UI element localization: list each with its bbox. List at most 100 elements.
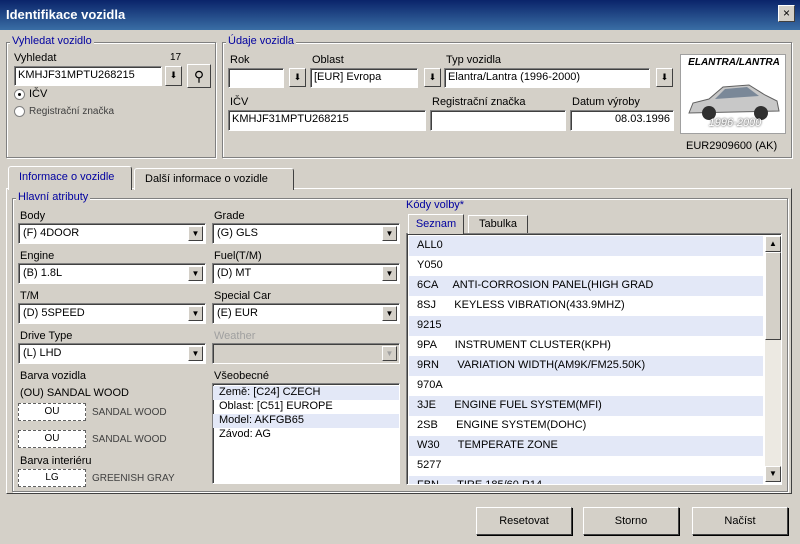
vehicle-image: ELANTRA/LANTRA 1996-2000 — [680, 54, 786, 134]
date-field[interactable]: 08.03.1996 — [570, 110, 674, 131]
year-dropdown-button[interactable]: ⬇ — [289, 68, 306, 87]
load-button[interactable]: Načíst — [692, 507, 788, 535]
region-dropdown-button[interactable]: ⬇ — [424, 68, 441, 87]
option-row[interactable]: 9RN VARIATION WIDTH(AM9K/FM25.50K) — [409, 356, 763, 376]
tm-value: (D) 5SPEED — [23, 307, 85, 319]
option-row[interactable]: 2SB ENGINE SYSTEM(DOHC) — [409, 416, 763, 436]
interior-name: GREENISH GRAY — [92, 473, 175, 484]
down-arrow-icon: ⬇ — [169, 70, 178, 80]
radio-plate[interactable]: Registrační značka — [14, 106, 114, 117]
weather-select[interactable]: ▼ — [212, 343, 400, 364]
type-label: Typ vozidla — [446, 54, 502, 66]
scroll-down-button[interactable]: ▼ — [765, 466, 781, 482]
options-list[interactable]: ALL0 Y050 6CA ANTI-CORROSION PANEL(HIGH GR… — [406, 233, 782, 485]
engine-value: (B) 1.8L — [23, 267, 63, 279]
engine-select[interactable]: (B) 1.8L ▼ — [18, 263, 206, 284]
option-row[interactable]: 9215 — [409, 316, 763, 336]
radio-empty-icon — [14, 106, 25, 117]
down-arrow-icon: ⬇ — [293, 72, 302, 82]
year-label: Rok — [230, 54, 250, 66]
plate-label: Registrační značka — [432, 96, 526, 108]
tm-select[interactable]: (D) 5SPEED ▼ — [18, 303, 206, 324]
option-row[interactable]: 970A — [409, 376, 763, 396]
options-scrollbar[interactable]: ▲ ▼ — [765, 236, 781, 482]
search-label: Vyhledat — [14, 52, 57, 64]
option-row[interactable]: 6CA ANTI-CORROSION PANEL(HIGH GRAD — [409, 276, 763, 296]
option-row[interactable]: 3JE ENGINE FUEL SYSTEM(MFI) — [409, 396, 763, 416]
search-count: 17 — [170, 52, 182, 63]
special-value: (E) EUR — [217, 307, 258, 319]
chevron-down-icon: ▼ — [188, 346, 203, 361]
options-rows: ALL0 Y050 6CA ANTI-CORROSION PANEL(HIGH GR… — [409, 236, 763, 484]
vehicle-image-years: 1996-2000 — [708, 117, 762, 129]
chevron-down-icon: ▼ — [188, 306, 203, 321]
option-row[interactable]: 8SJ KEYLESS VIBRATION(433.9MHZ) — [409, 296, 763, 316]
tm-label: T/M — [20, 290, 39, 302]
scroll-up-button[interactable]: ▲ — [765, 236, 781, 252]
drive-label: Drive Type — [20, 330, 73, 342]
options-label: Kódy volby* — [406, 199, 465, 211]
chevron-down-icon: ▼ — [382, 346, 397, 361]
body-value: (F) 4DOOR — [23, 227, 80, 239]
drive-select[interactable]: (L) LHD ▼ — [18, 343, 206, 364]
grade-select[interactable]: (G) GLS ▼ — [212, 223, 400, 244]
magnifier-icon: ⚲ — [193, 68, 205, 84]
color2-name: SANDAL WOOD — [92, 434, 167, 445]
tab-more-info[interactable]: Další informace o vozidle — [134, 168, 294, 190]
vehicle-image-model: ELANTRA/LANTRA — [688, 57, 780, 68]
tab-vehicle-info[interactable]: Informace o vozidle — [8, 166, 132, 190]
close-button[interactable]: × — [778, 5, 795, 22]
color-value: (OU) SANDAL WOOD — [20, 387, 129, 399]
options-tab-list[interactable]: Seznam — [408, 214, 464, 234]
search-button[interactable]: ⚲ — [187, 64, 211, 88]
body-select[interactable]: (F) 4DOOR ▼ — [18, 223, 206, 244]
option-row[interactable]: Y050 — [409, 256, 763, 276]
color2-swatch: OU — [18, 430, 86, 448]
special-select[interactable]: (E) EUR ▼ — [212, 303, 400, 324]
general-label: Všeobecné — [214, 370, 270, 382]
search-group-label: Vyhledat vozidlo — [10, 35, 94, 47]
general-item: Země: [C24] CZECH — [213, 386, 399, 400]
region-field[interactable]: [EUR] Evropa — [310, 68, 418, 88]
type-field[interactable]: Elantra/Lantra (1996-2000) — [444, 68, 650, 88]
scroll-thumb[interactable] — [765, 252, 781, 340]
interior-label: Barva interiéru — [20, 455, 92, 467]
down-arrow-icon: ⬇ — [660, 72, 669, 82]
option-row[interactable]: 5277 — [409, 456, 763, 476]
radio-selected-icon — [14, 88, 25, 100]
arrow-down-icon: ▼ — [769, 469, 777, 478]
vin-label: IČV — [230, 96, 249, 108]
general-list[interactable]: Země: [C24] CZECH Oblast: [C51] EUROPE M… — [212, 383, 400, 484]
down-arrow-icon: ⬇ — [428, 72, 437, 82]
search-input[interactable]: KMHJF31MPTU268215 — [14, 66, 162, 86]
grade-label: Grade — [214, 210, 245, 222]
chevron-down-icon: ▼ — [382, 226, 397, 241]
vehicle-group-label: Údaje vozidla — [226, 35, 297, 47]
general-item: Závod: AG — [219, 428, 271, 440]
options-tab-table[interactable]: Tabulka — [468, 215, 528, 233]
general-item: Oblast: [C51] EUROPE — [219, 400, 333, 412]
chevron-down-icon: ▼ — [382, 266, 397, 281]
vin-field[interactable]: KMHJF31MPTU268215 — [228, 110, 426, 131]
option-row[interactable]: W30 TEMPERATE ZONE — [409, 436, 763, 456]
color-label: Barva vozidla — [20, 370, 87, 382]
chevron-down-icon: ▼ — [188, 226, 203, 241]
grade-value: (G) GLS — [217, 227, 258, 239]
plate-field[interactable] — [430, 110, 566, 131]
radio-vin[interactable]: IČV — [14, 88, 47, 100]
fuel-select[interactable]: (D) MT ▼ — [212, 263, 400, 284]
chevron-down-icon: ▼ — [382, 306, 397, 321]
special-label: Special Car — [214, 290, 271, 302]
chevron-down-icon: ▼ — [188, 266, 203, 281]
search-dropdown-button[interactable]: ⬇ — [165, 66, 182, 86]
general-item: Model: AKFGB65 — [213, 414, 399, 428]
drive-value: (L) LHD — [23, 347, 62, 359]
type-dropdown-button[interactable]: ⬇ — [656, 68, 673, 87]
option-row[interactable]: 9PA INSTRUMENT CLUSTER(KPH) — [409, 336, 763, 356]
cancel-button[interactable]: Storno — [583, 507, 679, 535]
body-label: Body — [20, 210, 46, 222]
reset-button[interactable]: Resetovat — [476, 507, 572, 535]
year-field[interactable] — [228, 68, 284, 88]
option-row[interactable]: FBN TIRE 185/60 R14 — [409, 476, 763, 484]
option-row[interactable]: ALL0 — [409, 236, 763, 256]
